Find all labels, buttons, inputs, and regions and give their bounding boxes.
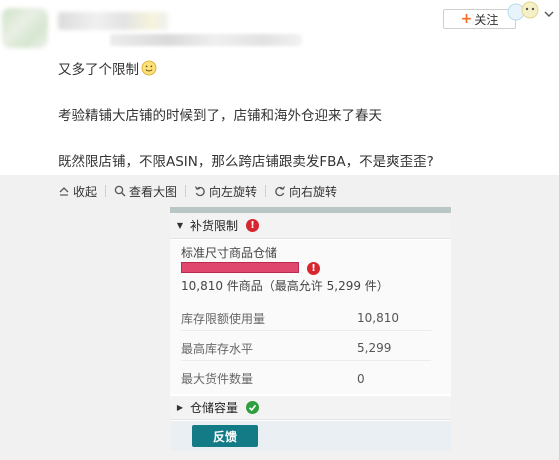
- follow-label: 关注: [474, 12, 499, 27]
- metric-label: 库存限额使用量: [181, 311, 266, 326]
- collapse-button[interactable]: 收起: [58, 183, 105, 200]
- plus-icon: +: [460, 11, 473, 27]
- metric-row: 最大货件数量 0: [181, 366, 431, 391]
- author-name-blurred[interactable]: [58, 12, 168, 30]
- caret-down-icon: ▼: [176, 221, 184, 230]
- chevron-down-icon[interactable]: [543, 8, 555, 20]
- search-icon: [114, 185, 126, 197]
- check-icon: [246, 401, 260, 414]
- post-header: + 关注: [0, 0, 559, 56]
- avatar[interactable]: [2, 8, 48, 48]
- feedback-bar: 反馈: [170, 421, 451, 451]
- collapse-label: 收起: [73, 184, 98, 199]
- post-line-2: 考验精铺大店铺的时候到了，店铺和海外仓迎来了春天: [58, 108, 382, 124]
- view-large-button[interactable]: 查看大图: [106, 183, 185, 200]
- post-line-1-text: 又多了个限制: [58, 62, 139, 78]
- smiley-emoji-icon: [141, 60, 157, 76]
- post-line-1: 又多了个限制: [58, 58, 157, 78]
- rotate-right-button[interactable]: 向右旋转: [266, 183, 345, 200]
- metric-label: 最高库存水平: [181, 341, 254, 356]
- metric-row: 最高库存水平 5,299: [181, 336, 431, 361]
- post-line-3: 既然限店铺，不限ASIN，那么跨店铺跟卖发FBA，不是爽歪歪?: [58, 154, 434, 170]
- alert-icon: !: [307, 262, 320, 275]
- storage-capacity-header[interactable]: ▶ 仓储容量: [170, 396, 451, 420]
- usage-progress-bar: [181, 262, 299, 273]
- rotate-left-label: 向左旋转: [209, 184, 258, 199]
- storage-capacity-title: 仓储容量: [190, 401, 239, 415]
- rotate-left-button[interactable]: 向左旋转: [186, 183, 265, 200]
- rotate-right-icon: [275, 186, 286, 197]
- emoji-badge-icon: [507, 1, 539, 21]
- metric-value: 5,299: [357, 341, 392, 355]
- embedded-screenshot[interactable]: ▼ 补货限制 ! 标准尺寸商品仓储 ! 10,810 件商品（最高允许 5,29…: [170, 207, 451, 451]
- rotate-left-icon: [195, 186, 205, 197]
- standard-storage-label: 标准尺寸商品仓储: [181, 246, 278, 260]
- metric-row: 库存限额使用量 10,810: [181, 306, 431, 331]
- replenish-limit-title: 补货限制: [190, 219, 239, 233]
- post-meta-blurred: [110, 34, 302, 46]
- usage-progress-fill: [182, 263, 298, 272]
- metric-value: 10,810: [357, 311, 399, 325]
- metric-value: 0: [357, 371, 365, 386]
- caret-right-icon: ▶: [176, 403, 184, 412]
- replenish-limit-header[interactable]: ▼ 补货限制 !: [170, 213, 451, 239]
- view-large-label: 查看大图: [129, 184, 178, 199]
- metric-label: 最大货件数量: [181, 372, 254, 386]
- collapse-icon: [59, 187, 69, 196]
- rotate-right-label: 向右旋转: [289, 184, 338, 199]
- alert-icon: !: [246, 219, 260, 232]
- replenish-limit-body: 标准尺寸商品仓储 ! 10,810 件商品（最高允许 5,299 件） 库存限额…: [170, 240, 451, 394]
- feedback-button[interactable]: 反馈: [192, 425, 258, 447]
- inventory-count-text: 10,810 件商品（最高允许 5,299 件）: [181, 279, 389, 293]
- image-toolbar: 收起 查看大图 向左旋转 向右旋转: [58, 182, 345, 200]
